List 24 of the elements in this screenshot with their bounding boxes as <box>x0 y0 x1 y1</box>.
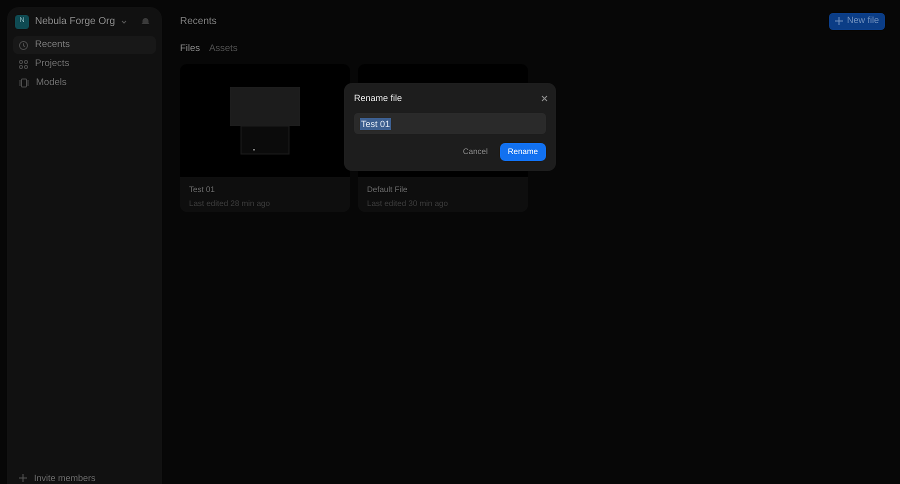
chevron-down-icon[interactable] <box>121 20 128 24</box>
bell-icon[interactable] <box>141 17 150 26</box>
invite-members-link[interactable]: Invite members <box>34 472 96 484</box>
grid-icon <box>19 60 28 68</box>
new-file-button[interactable]: New file <box>828 12 885 30</box>
nav-item[interactable]: Models <box>13 74 156 92</box>
file-name: Default File <box>367 184 408 196</box>
clock-icon <box>19 40 28 50</box>
plus-icon <box>19 474 27 482</box>
close-icon[interactable] <box>541 95 548 102</box>
page-title: Recents <box>180 14 217 28</box>
nav-item[interactable]: Recents <box>13 36 156 54</box>
cube-icon <box>19 78 29 88</box>
name-input-field[interactable]: Test 01 <box>354 113 546 134</box>
screen-drawing <box>229 86 301 154</box>
nav-item[interactable]: Projects <box>13 55 156 73</box>
rename-button[interactable]: Rename <box>500 143 546 161</box>
org-name[interactable]: Nebula Forge Org <box>35 14 116 29</box>
file-name: Test 01 <box>189 184 216 196</box>
tab[interactable]: Files <box>180 42 200 56</box>
dialog-title: Rename file <box>354 92 402 105</box>
tab[interactable]: Assets <box>209 42 238 56</box>
plus-icon <box>834 17 843 25</box>
cancel-button[interactable]: Cancel <box>460 146 490 158</box>
